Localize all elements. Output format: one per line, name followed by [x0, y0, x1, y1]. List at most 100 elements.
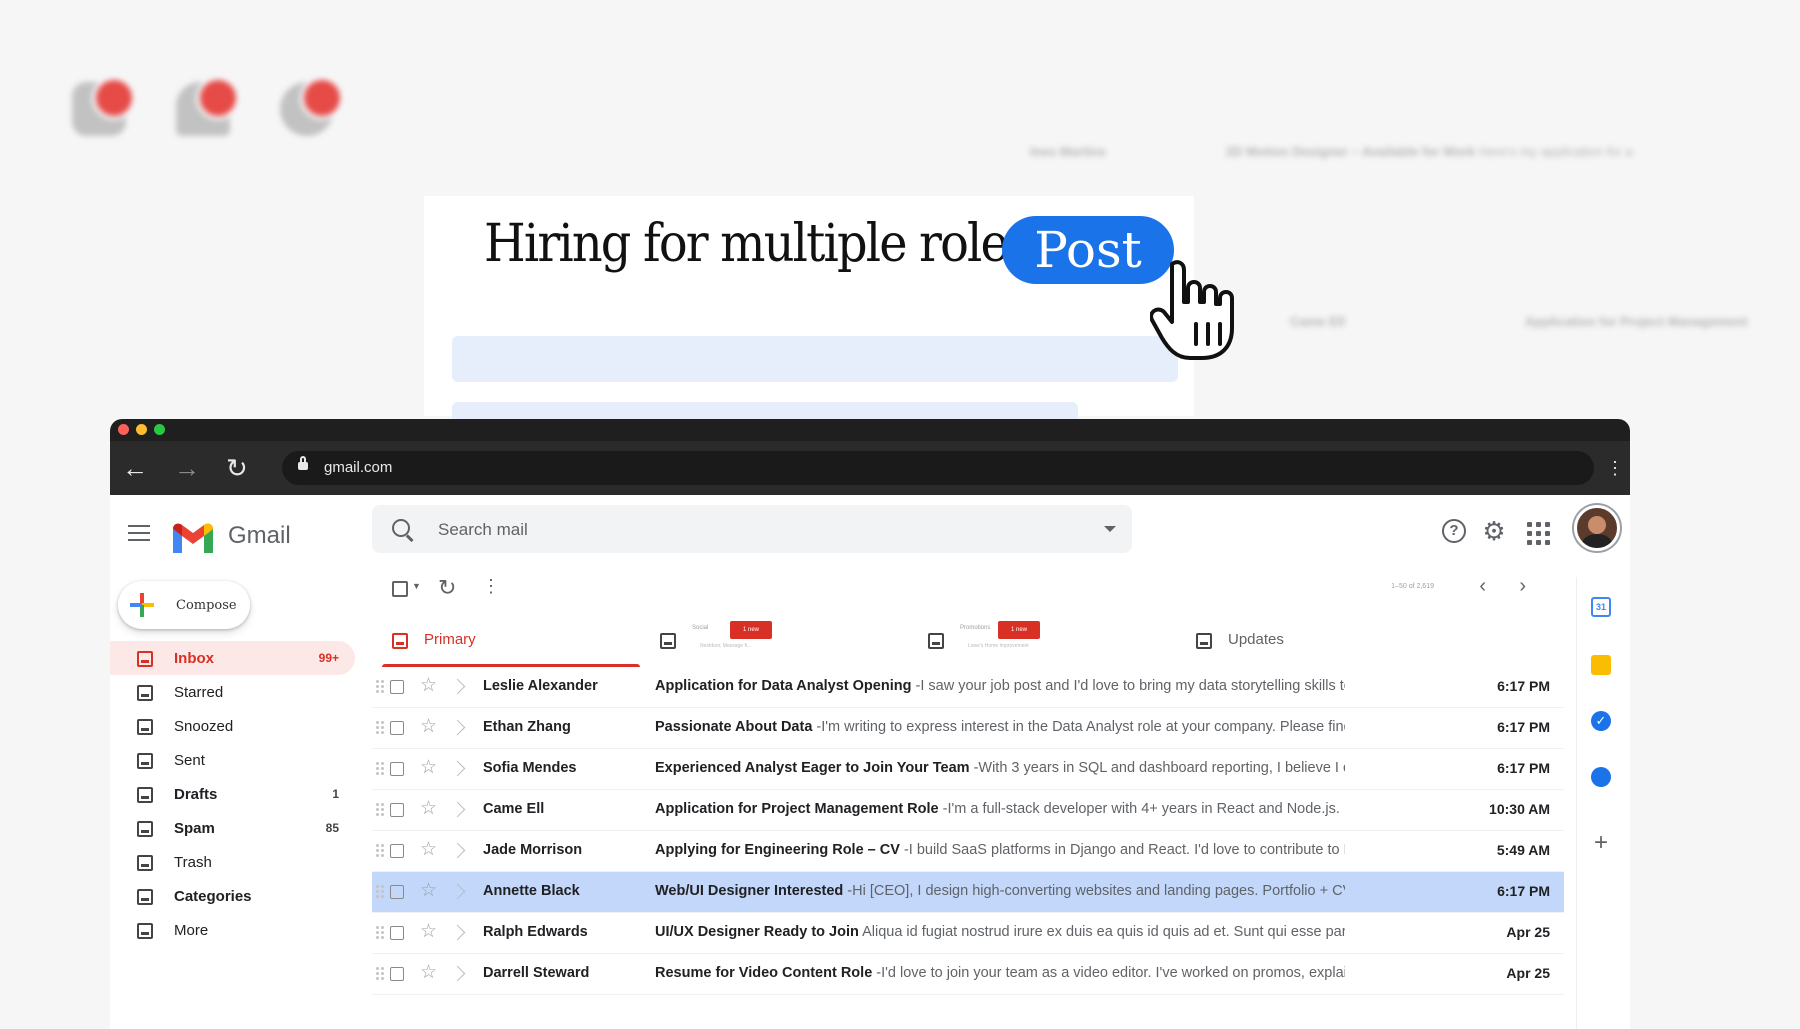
sidebar-item-drafts[interactable]: Drafts 1	[110, 777, 355, 811]
search-icon[interactable]	[392, 519, 410, 537]
table-row[interactable]: ☆ Darrell Steward Resume for Video Content…	[372, 954, 1564, 995]
reload-icon[interactable]: ↻	[226, 455, 248, 481]
row-checkbox[interactable]	[390, 803, 404, 817]
important-marker-icon[interactable]	[449, 924, 466, 941]
tab-label: Primary	[424, 631, 476, 648]
sidebar-item-snoozed[interactable]: Snoozed	[110, 709, 355, 743]
drag-handle-icon[interactable]	[376, 762, 384, 775]
important-marker-icon[interactable]	[449, 678, 466, 695]
search-options-icon[interactable]	[1104, 526, 1116, 532]
settings-gear-icon[interactable]: ⚙	[1482, 518, 1506, 544]
email-snippet: -Hi [CEO], I design high-converting webs…	[847, 883, 1345, 899]
calendar-icon[interactable]: 31	[1591, 597, 1611, 617]
categories-icon	[137, 889, 153, 905]
table-row[interactable]: ☆ Leslie Alexander Application for Data An…	[372, 667, 1564, 708]
minimize-window-button[interactable]	[136, 424, 147, 435]
star-icon[interactable]: ☆	[420, 881, 437, 901]
table-row[interactable]: ☆ Annette Black Web/UI Designer Interested…	[372, 872, 1564, 913]
sidebar-item-starred[interactable]: Starred	[110, 675, 355, 709]
sidebar-nav: Inbox 99+ Starred Snoozed Sent Drafts 1 Sp…	[110, 641, 355, 947]
ghost-subject: 2D Motion Designer – Available for Work …	[1225, 143, 1633, 159]
sidebar-item-more[interactable]: More	[110, 913, 355, 947]
select-dropdown-icon[interactable]: ▼	[412, 581, 421, 591]
table-row[interactable]: ☆ Came Ell Application for Project Managem…	[372, 790, 1564, 831]
hiring-post-card: Hiring for multiple roles Post	[424, 196, 1194, 448]
url-field[interactable]: gmail.com	[282, 451, 1594, 485]
row-checkbox[interactable]	[390, 844, 404, 858]
sidebar-item-sent[interactable]: Sent	[110, 743, 355, 777]
table-row[interactable]: ☆ Ralph Edwards UI/UX Designer Ready to Jo…	[372, 913, 1564, 954]
row-checkbox[interactable]	[390, 967, 404, 981]
row-checkbox[interactable]	[390, 762, 404, 776]
email-subject: Web/UI Designer Interested	[655, 883, 844, 899]
apps-grid-icon[interactable]	[1524, 519, 1550, 545]
sidebar-item-trash[interactable]: Trash	[110, 845, 355, 879]
row-checkbox[interactable]	[390, 885, 404, 899]
star-icon[interactable]: ☆	[420, 922, 437, 942]
older-page-icon[interactable]: ›	[1519, 575, 1526, 598]
table-row[interactable]: ☆ Ethan Zhang Passionate About Data -I'm w…	[372, 708, 1564, 749]
help-icon[interactable]: ?	[1442, 519, 1466, 543]
tasks-icon[interactable]: ✓	[1591, 711, 1611, 731]
star-icon[interactable]: ☆	[420, 799, 437, 819]
compose-label: Compose	[176, 597, 237, 613]
email-time: 6:17 PM	[1497, 678, 1550, 694]
important-marker-icon[interactable]	[449, 719, 466, 736]
table-row[interactable]: ☆ Jade Morrison Applying for Engineering R…	[372, 831, 1564, 872]
important-marker-icon[interactable]	[449, 842, 466, 859]
browser-menu-icon[interactable]: ⋮	[1606, 455, 1624, 481]
post-button[interactable]: Post	[1002, 216, 1174, 284]
sidebar-item-categories[interactable]: Categories	[110, 879, 355, 913]
tab-social[interactable]: Social 1 new Nextdoor, Message fr...	[640, 613, 908, 667]
important-marker-icon[interactable]	[449, 965, 466, 982]
close-window-button[interactable]	[118, 424, 129, 435]
row-checkbox[interactable]	[390, 721, 404, 735]
back-arrow-icon[interactable]: ←	[122, 455, 148, 481]
important-marker-icon[interactable]	[449, 760, 466, 777]
star-icon[interactable]: ☆	[420, 717, 437, 737]
main-menu-icon[interactable]	[128, 525, 150, 546]
select-all-checkbox[interactable]	[392, 581, 408, 597]
forward-arrow-icon[interactable]: →	[174, 455, 200, 481]
compose-button[interactable]: Compose	[118, 581, 250, 629]
sidebar-item-spam[interactable]: Spam 85	[110, 811, 355, 845]
email-subject: Application for Project Management Role	[655, 801, 939, 817]
drag-handle-icon[interactable]	[376, 926, 384, 939]
important-marker-icon[interactable]	[449, 883, 466, 900]
sidebar-item-label: Drafts	[174, 785, 218, 803]
keep-icon[interactable]	[1591, 655, 1611, 675]
sidebar-item-count: 1	[332, 787, 339, 801]
star-icon[interactable]: ☆	[420, 676, 437, 696]
account-avatar[interactable]	[1574, 505, 1620, 551]
search-input[interactable]	[436, 515, 1040, 545]
drag-handle-icon[interactable]	[376, 721, 384, 734]
gmail-logo-icon	[173, 523, 213, 553]
drag-handle-icon[interactable]	[376, 680, 384, 693]
browser-window: ← → ↻ gmail.com ⋮ Gmail ? ⚙	[110, 419, 1630, 1029]
newer-page-icon[interactable]: ‹	[1479, 575, 1486, 598]
drag-handle-icon[interactable]	[376, 844, 384, 857]
tab-subtext: Nextdoor, Message fr...	[700, 643, 752, 649]
contacts-icon[interactable]	[1591, 767, 1611, 787]
more-actions-icon[interactable]: ⋮	[482, 576, 500, 597]
email-sender: Annette Black	[483, 883, 580, 899]
star-icon[interactable]: ☆	[420, 963, 437, 983]
sidebar-item-label: Trash	[174, 853, 212, 871]
tab-promotions[interactable]: Promotions 1 new Lowe's Home Improvement	[908, 613, 1176, 667]
drag-handle-icon[interactable]	[376, 967, 384, 980]
refresh-icon[interactable]: ↻	[438, 575, 456, 601]
tab-primary[interactable]: Primary	[372, 613, 640, 667]
star-icon[interactable]: ☆	[420, 840, 437, 860]
sidebar-item-inbox[interactable]: Inbox 99+	[110, 641, 355, 675]
maximize-window-button[interactable]	[154, 424, 165, 435]
tab-subtext: Lowe's Home Improvement	[968, 643, 1029, 649]
row-checkbox[interactable]	[390, 680, 404, 694]
add-addon-icon[interactable]: +	[1591, 831, 1611, 855]
star-icon[interactable]: ☆	[420, 758, 437, 778]
drag-handle-icon[interactable]	[376, 885, 384, 898]
table-row[interactable]: ☆ Sofia Mendes Experienced Analyst Eager t…	[372, 749, 1564, 790]
tab-updates[interactable]: Updates	[1176, 613, 1444, 667]
drag-handle-icon[interactable]	[376, 803, 384, 816]
row-checkbox[interactable]	[390, 926, 404, 940]
important-marker-icon[interactable]	[449, 801, 466, 818]
